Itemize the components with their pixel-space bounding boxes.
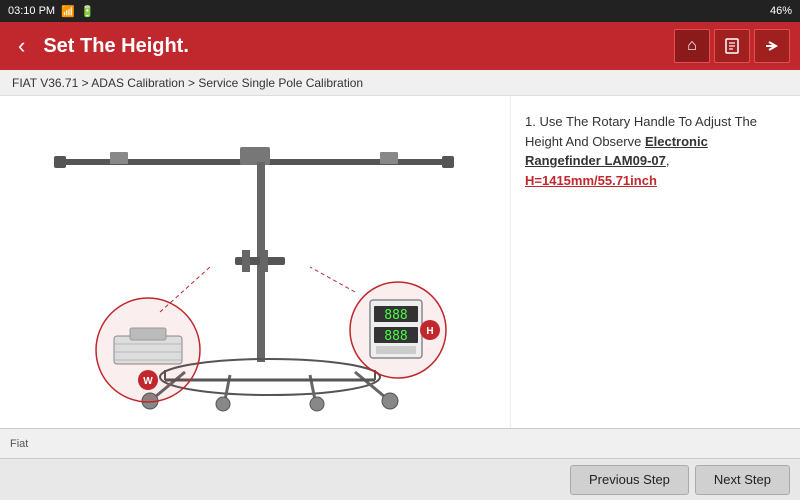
battery-icon: 🔋 xyxy=(81,5,95,18)
doc-button[interactable] xyxy=(714,29,750,63)
breadcrumb-text: FIAT V36.71 > ADAS Calibration > Service… xyxy=(12,76,363,90)
svg-text:888: 888 xyxy=(384,329,407,344)
battery-percent: 46% xyxy=(770,5,792,17)
main-content: W 888 888 H 1. Use The Rotary Handle To … xyxy=(0,96,800,428)
instruction-separator: , xyxy=(666,153,670,168)
instruction-step: 1. Use The Rotary Handle To Adjust The H… xyxy=(525,114,757,149)
signal-icon: 📶 xyxy=(61,5,75,18)
share-button[interactable] xyxy=(754,29,790,63)
header: ‹ Set The Height. ⌂ xyxy=(0,22,800,70)
calibration-diagram: W 888 888 H xyxy=(10,102,500,422)
home-button[interactable]: ⌂ xyxy=(674,29,710,63)
time-display: 03:10 PM xyxy=(8,5,55,17)
bottom-bar: Fiat xyxy=(0,428,800,458)
instruction-text: 1. Use The Rotary Handle To Adjust The H… xyxy=(525,112,786,190)
svg-text:H: H xyxy=(426,326,433,337)
breadcrumb: FIAT V36.71 > ADAS Calibration > Service… xyxy=(0,70,800,96)
brand-label: Fiat xyxy=(10,438,28,450)
instruction-height: H=1415mm/55.71inch xyxy=(525,173,657,188)
status-bar: 03:10 PM 📶 🔋 46% xyxy=(0,0,800,22)
nav-buttons: Previous Step Next Step xyxy=(0,458,800,500)
header-icons: ⌂ xyxy=(674,29,790,63)
diagram-area: W 888 888 H xyxy=(0,96,510,428)
page-title: Set The Height. xyxy=(43,35,664,58)
status-right: 46% xyxy=(770,5,792,17)
svg-text:W: W xyxy=(143,376,153,387)
svg-text:888: 888 xyxy=(384,308,407,323)
next-step-button[interactable]: Next Step xyxy=(695,465,790,495)
status-left: 03:10 PM 📶 🔋 xyxy=(8,5,95,18)
back-button[interactable]: ‹ xyxy=(10,29,33,63)
previous-step-button[interactable]: Previous Step xyxy=(570,465,689,495)
instructions-area: 1. Use The Rotary Handle To Adjust The H… xyxy=(510,96,800,428)
